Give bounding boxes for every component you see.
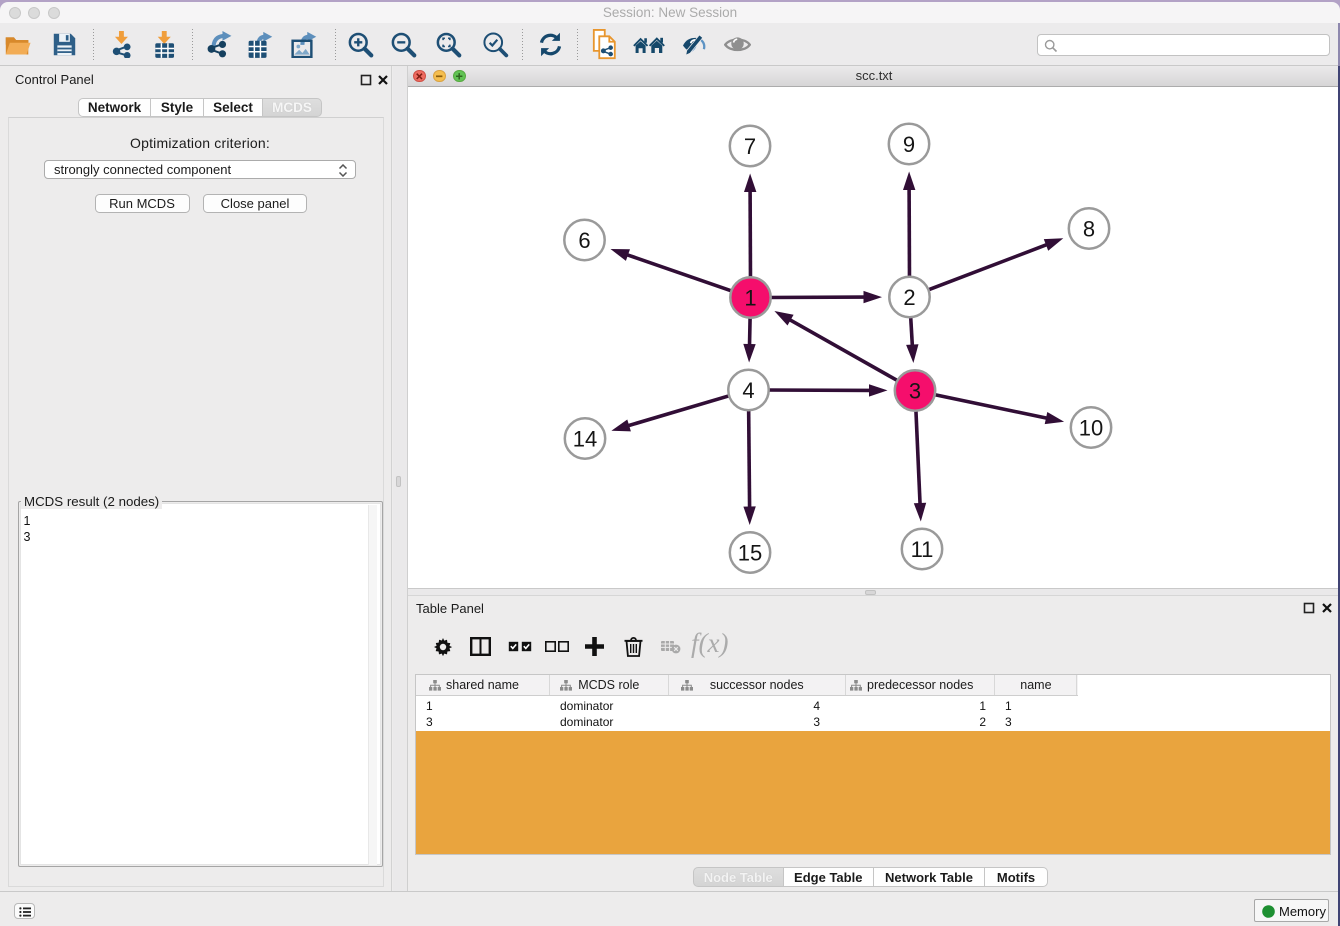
svg-text:11: 11 (911, 537, 934, 562)
svg-text:8: 8 (1083, 216, 1095, 241)
svg-text:4: 4 (742, 378, 754, 403)
svg-text:7: 7 (744, 134, 756, 159)
svg-text:14: 14 (573, 426, 597, 451)
svg-text:15: 15 (738, 540, 762, 565)
svg-text:3: 3 (909, 378, 921, 403)
svg-text:9: 9 (903, 132, 915, 157)
svg-text:10: 10 (1079, 415, 1103, 440)
svg-text:2: 2 (903, 285, 915, 310)
svg-text:1: 1 (744, 285, 756, 310)
svg-text:6: 6 (578, 228, 590, 253)
